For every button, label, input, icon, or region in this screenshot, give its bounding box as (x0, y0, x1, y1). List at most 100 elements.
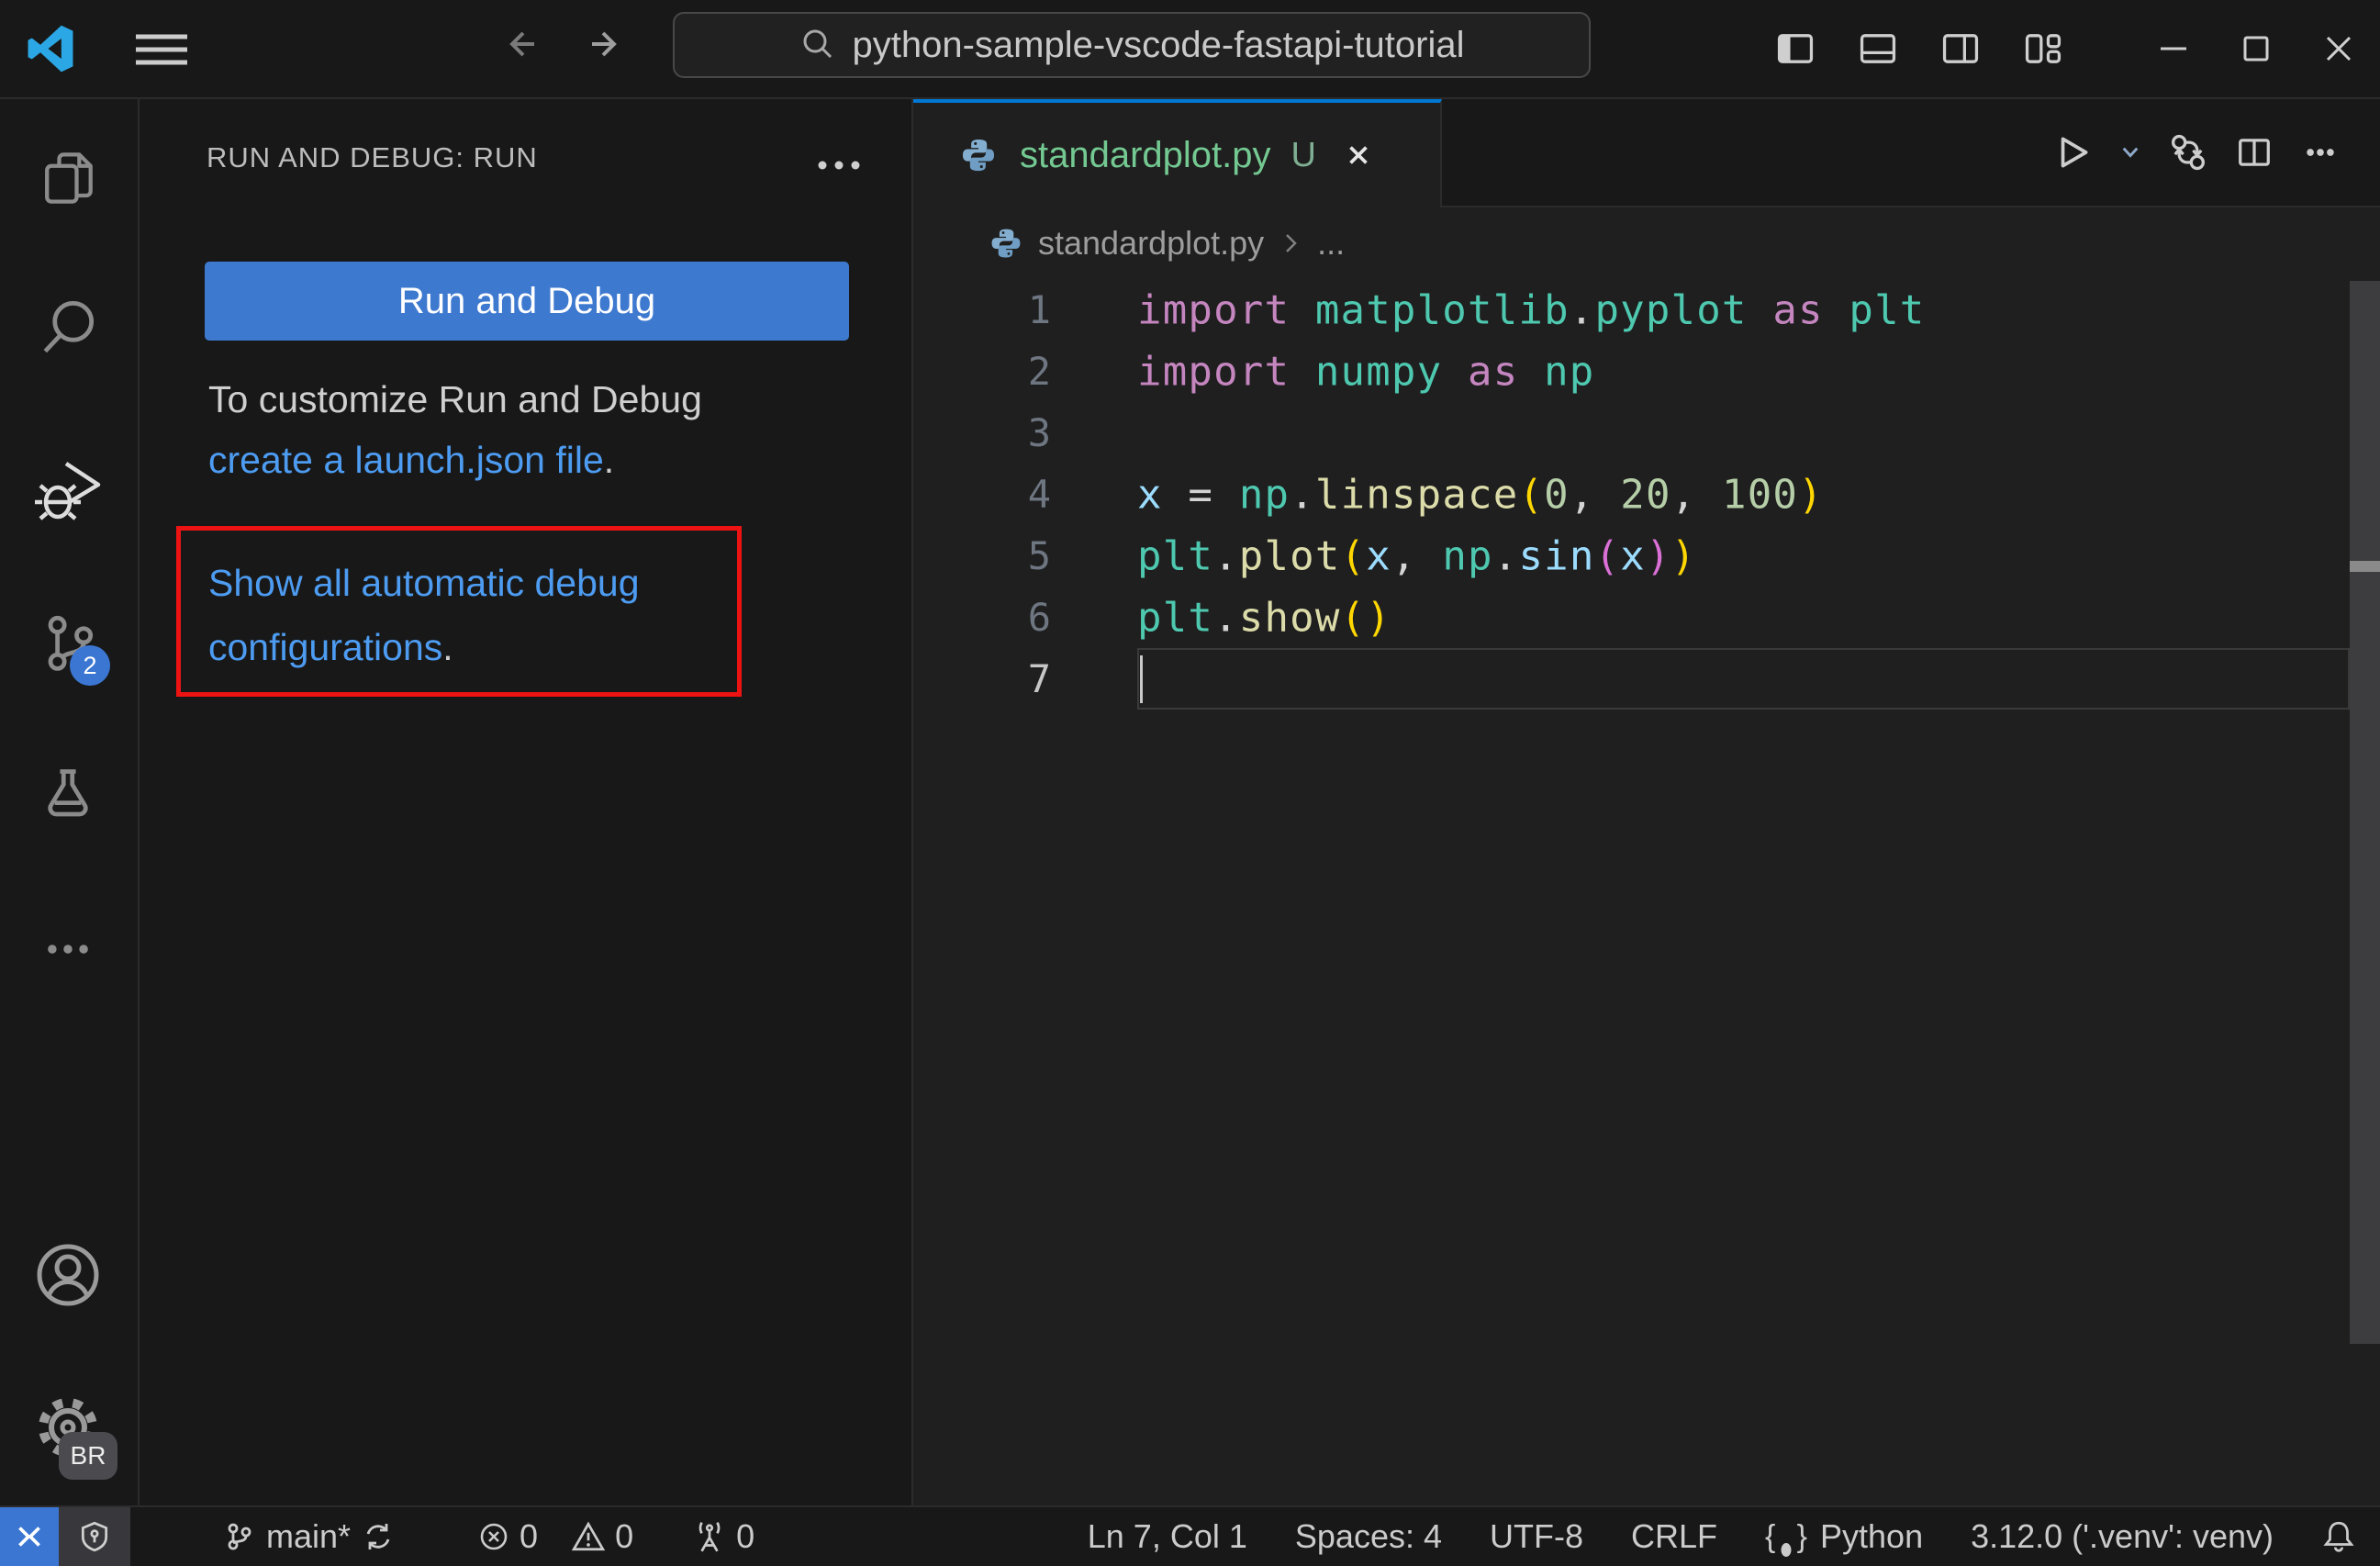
panel-more-actions-icon[interactable] (815, 147, 863, 184)
python-file-icon (959, 136, 998, 174)
code-token: 20 (1620, 471, 1671, 518)
language-mode-item[interactable]: {} Python (1765, 1516, 1923, 1557)
code-token: ( (1594, 532, 1621, 579)
search-icon (799, 27, 836, 63)
tab-close-icon[interactable] (1342, 139, 1375, 172)
code-token: plt (1137, 532, 1214, 579)
language-name: Python (1820, 1517, 1924, 1555)
code-token: plt (1137, 594, 1214, 641)
activity-bar: 2 BR (0, 99, 140, 1505)
indentation-item[interactable]: Spaces: 4 (1295, 1517, 1442, 1556)
problems-status-item[interactable]: 0 0 (477, 1517, 633, 1556)
code-token: x (1137, 471, 1163, 518)
code-line[interactable]: 5 plt.plot(x, np.sin(x)) (913, 525, 2380, 587)
current-line-highlight (1137, 648, 2350, 710)
git-branch-icon (222, 1520, 255, 1553)
code-token: x (1366, 532, 1391, 579)
git-untracked-indicator: U (1291, 135, 1316, 174)
profile-badge: BR (59, 1432, 117, 1480)
code-line[interactable]: 4 x = np.linspace(0, 20, 100) (913, 464, 2380, 525)
cursor-position-item[interactable]: Ln 7, Col 1 (1088, 1517, 1247, 1556)
code-token: import (1137, 286, 1291, 333)
code-token: ) (1366, 594, 1391, 641)
notifications-bell-icon[interactable] (2321, 1519, 2356, 1554)
window-maximize-icon[interactable] (2215, 0, 2297, 97)
encoding-item[interactable]: UTF-8 (1490, 1517, 1583, 1556)
search-view-icon[interactable] (31, 290, 105, 364)
source-control-badge: 2 (70, 645, 110, 686)
window-close-icon[interactable] (2297, 0, 2380, 97)
breadcrumbs[interactable]: standardplot.py ... (913, 207, 2380, 279)
window-minimize-icon[interactable] (2132, 0, 2215, 97)
customize-layout-icon[interactable] (2002, 0, 2084, 97)
warning-icon (571, 1519, 606, 1554)
toggle-secondary-sidebar-icon[interactable] (1919, 0, 2002, 97)
breadcrumb-file[interactable]: standardplot.py (1038, 224, 1264, 263)
navigate-back-icon[interactable] (501, 24, 542, 64)
code-token: . (1213, 532, 1239, 579)
line-number: 4 (1027, 472, 1051, 517)
code-token: , (1569, 471, 1595, 518)
code-line[interactable]: 2 import numpy as np (913, 341, 2380, 402)
command-center-search[interactable]: python-sample-vscode-fastapi-tutorial (673, 12, 1591, 78)
code-token: . (1213, 594, 1239, 641)
vscode-logo-icon (26, 24, 75, 73)
toggle-primary-sidebar-icon[interactable] (1754, 0, 1837, 97)
python-file-icon (989, 226, 1023, 261)
eol-item[interactable]: CRLF (1631, 1517, 1717, 1556)
run-python-file-icon[interactable] (2046, 120, 2099, 185)
code-token: plt (1849, 286, 1926, 333)
editor-more-actions-icon[interactable] (2294, 120, 2347, 185)
scrollbar-thumb[interactable] (2350, 281, 2380, 1344)
code-token: plot (1238, 532, 1341, 579)
show-debug-configs-link[interactable]: Show all automatic debug configurations (208, 562, 640, 668)
code-line[interactable]: 1 import matplotlib.pyplot as plt (913, 279, 2380, 341)
text-cursor (1140, 655, 1143, 703)
create-launch-json-link[interactable]: create a launch.json file (208, 439, 604, 481)
python-interpreter-item[interactable]: 3.12.0 ('.venv': venv) (1971, 1517, 2274, 1556)
editor-group: standardplot.py U standardplot.py ... 1 … (913, 99, 2380, 1505)
line-number: 7 (1027, 656, 1051, 701)
run-and-debug-icon[interactable] (31, 449, 105, 522)
more-views-icon[interactable] (31, 912, 105, 986)
remote-indicator[interactable] (0, 1507, 59, 1566)
code-line[interactable]: 6 plt.show() (913, 587, 2380, 648)
branch-status-item[interactable]: main* (222, 1517, 395, 1556)
split-editor-icon[interactable] (2228, 120, 2281, 185)
account-icon[interactable] (31, 1238, 105, 1312)
explorer-icon[interactable] (31, 141, 105, 215)
testing-icon[interactable] (31, 760, 105, 833)
code-token: , (1670, 471, 1697, 518)
workspace-trust-shield-icon[interactable] (59, 1507, 130, 1566)
code-token: linspace (1314, 471, 1519, 518)
tab-label: standardplot.py (1020, 134, 1271, 175)
code-text: plt.show() (1137, 594, 1391, 641)
tab-standardplot[interactable]: standardplot.py U (913, 99, 1442, 207)
open-changes-icon[interactable] (2162, 120, 2215, 185)
code-token: as (1772, 286, 1824, 333)
code-token: numpy (1314, 348, 1443, 395)
code-line[interactable]: 3 (913, 402, 2380, 464)
code-token: show (1238, 594, 1341, 641)
line-number: 6 (1027, 595, 1051, 640)
code-token: , (1391, 532, 1417, 579)
title-bar: python-sample-vscode-fastapi-tutorial (0, 0, 2380, 99)
code-token: np (1238, 471, 1291, 518)
ports-status-item[interactable]: 0 (692, 1517, 754, 1556)
run-dropdown-chevron-icon[interactable] (2112, 120, 2149, 185)
run-and-debug-button[interactable]: Run and Debug (205, 262, 849, 341)
toggle-panel-icon[interactable] (1837, 0, 1919, 97)
navigate-forward-icon[interactable] (585, 24, 625, 64)
error-count: 0 (520, 1517, 539, 1555)
breadcrumb-symbol[interactable]: ... (1317, 224, 1345, 263)
menu-hamburger-icon[interactable] (134, 31, 189, 68)
